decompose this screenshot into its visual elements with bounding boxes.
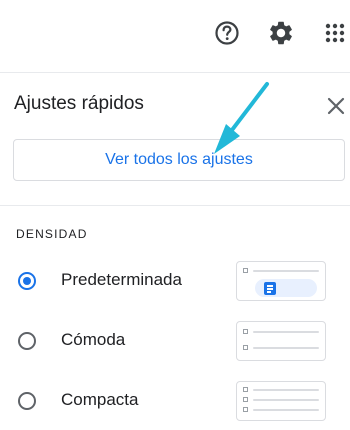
- panel-title: Ajustes rápidos: [14, 93, 144, 114]
- density-option-label: Predeterminada: [61, 270, 182, 289]
- density-option-label: Compacta: [61, 390, 139, 409]
- density-preview-comfortable: [236, 321, 326, 361]
- density-option-label: Cómoda: [61, 330, 126, 349]
- top-toolbar: [0, 0, 350, 73]
- radio-default[interactable]: [18, 272, 36, 290]
- close-icon[interactable]: [320, 90, 350, 122]
- density-section-label: DENSIDAD: [16, 227, 88, 241]
- density-preview-default: [236, 261, 326, 301]
- help-icon[interactable]: [210, 16, 244, 50]
- density-preview-compact: [236, 381, 326, 421]
- see-all-settings-button[interactable]: Ver todos los ajustes: [13, 139, 345, 181]
- radio-compact[interactable]: [18, 392, 36, 410]
- apps-grid-icon[interactable]: [318, 16, 350, 50]
- radio-comfortable[interactable]: [18, 332, 36, 350]
- document-icon: [264, 282, 276, 295]
- gear-icon[interactable]: [264, 16, 298, 50]
- divider: [0, 205, 350, 206]
